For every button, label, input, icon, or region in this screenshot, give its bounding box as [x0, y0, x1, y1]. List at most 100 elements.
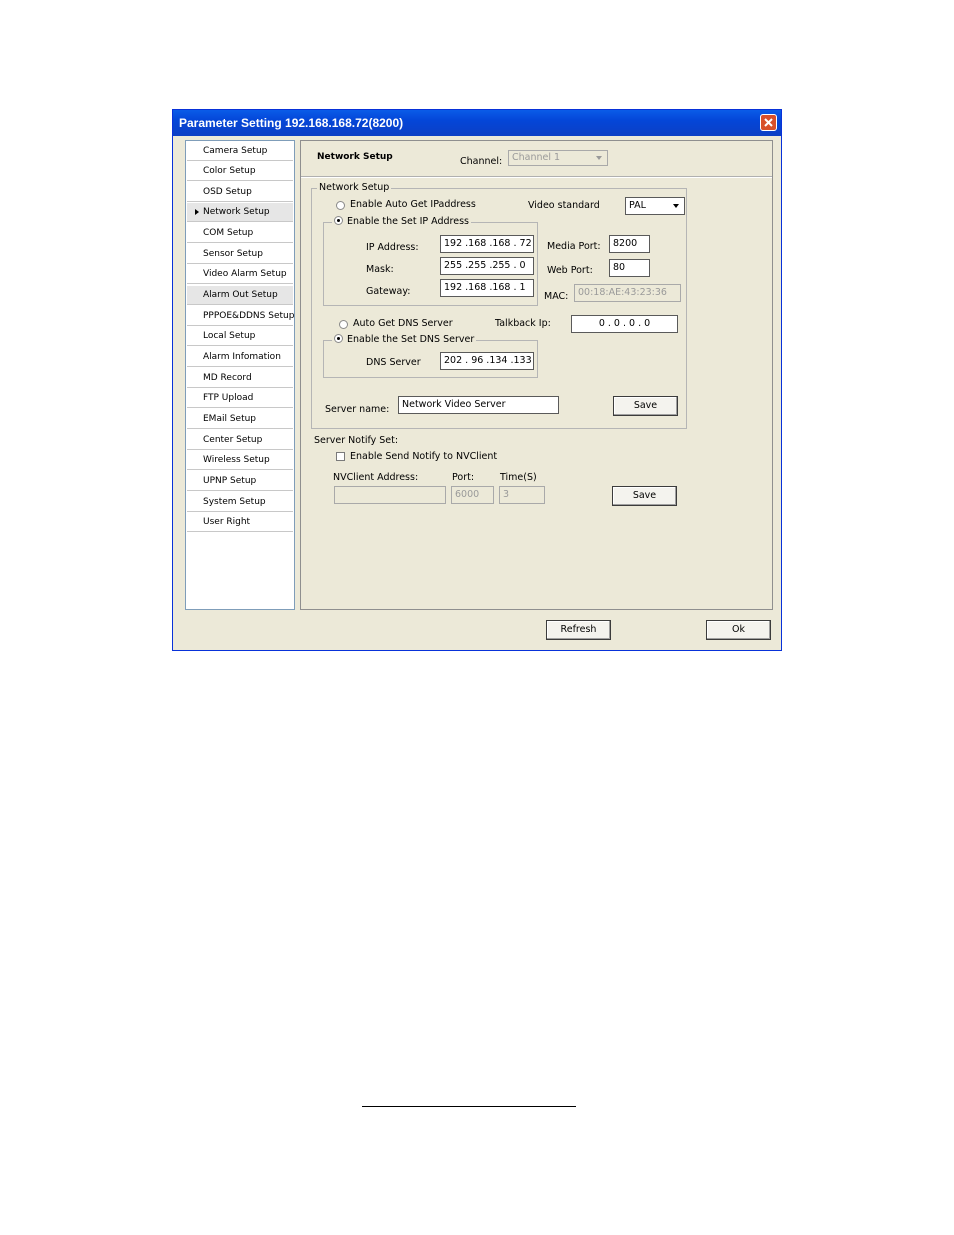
panel-divider — [301, 176, 772, 178]
sidebar-item-color-setup[interactable]: Color Setup — [187, 162, 293, 181]
sidebar-item-label: Alarm Infomation — [203, 352, 281, 362]
chevron-down-icon — [670, 200, 682, 212]
talkback-label: Talkback Ip: — [495, 318, 551, 329]
sidebar-item-email-setup[interactable]: EMail Setup — [187, 410, 293, 429]
channel-select[interactable]: Channel 1 — [508, 150, 608, 166]
sidebar-item-network-setup[interactable]: Network Setup — [187, 203, 293, 222]
web-port-field[interactable]: 80 — [609, 259, 650, 277]
dns-server-label: DNS Server — [366, 357, 421, 368]
video-standard-select[interactable]: PAL — [625, 197, 685, 215]
sidebar-item-label: User Right — [203, 517, 251, 527]
server-name-field[interactable]: Network Video Server — [398, 396, 559, 414]
title-bar[interactable]: Parameter Setting 192.168.168.72(8200) — [173, 110, 781, 136]
mac-field: 00:18:AE:43:23:36 — [574, 284, 681, 302]
server-name-label: Server name: — [325, 404, 390, 415]
notify-port-field: 6000 — [451, 486, 494, 504]
window-title: Parameter Setting 192.168.168.72(8200) — [179, 116, 404, 130]
close-icon — [764, 118, 773, 127]
server-notify-label: Server Notify Set: — [314, 435, 399, 446]
auto-dns-radio[interactable] — [339, 320, 348, 329]
sidebar-item-label: OSD Setup — [203, 187, 252, 197]
sidebar-item-label: Color Setup — [203, 166, 256, 176]
document-underline — [362, 1106, 576, 1107]
sidebar-item-label: PPPOE&DDNS Setup — [203, 311, 295, 321]
network-setup-group: Network Setup Enable Auto Get IPaddress … — [311, 182, 687, 429]
web-port-label: Web Port: — [547, 265, 593, 276]
sidebar-item-osd-setup[interactable]: OSD Setup — [187, 183, 293, 202]
nvclient-address-field — [334, 486, 446, 504]
gateway-label: Gateway: — [366, 286, 411, 297]
sidebar-item-label: Network Setup — [203, 207, 270, 217]
notify-time-field: 3 — [499, 486, 545, 504]
set-ip-title: Enable the Set IP Address — [332, 216, 471, 227]
notify-save-button[interactable]: Save — [612, 486, 677, 506]
sidebar-item-camera-setup[interactable]: Camera Setup — [187, 142, 293, 161]
set-ip-radio[interactable] — [334, 216, 343, 225]
enable-notify-checkbox[interactable] — [336, 452, 345, 461]
sidebar-item-label: System Setup — [203, 497, 266, 507]
sidebar-item-alarm-information[interactable]: Alarm Infomation — [187, 348, 293, 367]
nvclient-address-label: NVClient Address: — [333, 472, 419, 483]
video-standard-label: Video standard — [528, 200, 600, 211]
video-standard-value: PAL — [629, 200, 646, 211]
set-dns-label: Enable the Set DNS Server — [347, 334, 475, 345]
channel-select-value: Channel 1 — [512, 152, 561, 163]
sidebar-item-label: Wireless Setup — [203, 455, 270, 465]
sidebar-item-system-setup[interactable]: System Setup — [187, 493, 293, 512]
auto-dns-label: Auto Get DNS Server — [353, 318, 453, 329]
sidebar-item-video-alarm-setup[interactable]: Video Alarm Setup — [187, 265, 293, 284]
sidebar-item-user-right[interactable]: User Right — [187, 513, 293, 532]
ok-button[interactable]: Ok — [706, 620, 771, 640]
sidebar-item-wireless-setup[interactable]: Wireless Setup — [187, 451, 293, 470]
close-button[interactable] — [760, 114, 777, 131]
ip-address-label: IP Address: — [366, 242, 419, 253]
network-save-button[interactable]: Save — [613, 396, 678, 416]
sidebar-item-label: Local Setup — [203, 331, 256, 341]
refresh-button[interactable]: Refresh — [546, 620, 611, 640]
set-dns-group: Enable the Set DNS Server DNS Server 202… — [323, 334, 538, 378]
gateway-field[interactable]: 192 .168 .168 . 1 — [440, 279, 534, 297]
sidebar-item-label: Alarm Out Setup — [203, 290, 278, 300]
enable-notify-label: Enable Send Notify to NVClient — [350, 451, 498, 462]
selected-arrow-icon — [195, 209, 199, 215]
sidebar-item-sensor-setup[interactable]: Sensor Setup — [187, 245, 293, 264]
sidebar-item-center-setup[interactable]: Center Setup — [187, 431, 293, 450]
sidebar-item-label: EMail Setup — [203, 414, 257, 424]
sidebar-item-local-setup[interactable]: Local Setup — [187, 327, 293, 346]
sidebar-item-label: Video Alarm Setup — [203, 269, 287, 279]
dns-server-field[interactable]: 202 . 96 .134 .133 — [440, 352, 534, 370]
sidebar-item-alarm-out-setup[interactable]: Alarm Out Setup — [187, 286, 293, 305]
notify-port-label: Port: — [452, 472, 475, 483]
sidebar-item-pppoe-ddns-setup[interactable]: PPPOE&DDNS Setup — [187, 307, 295, 326]
sidebar-item-com-setup[interactable]: COM Setup — [187, 224, 293, 243]
sidebar-item-label: Center Setup — [203, 435, 263, 445]
set-dns-title: Enable the Set DNS Server — [332, 334, 477, 345]
set-ip-label: Enable the Set IP Address — [347, 216, 469, 227]
talkback-ip-field[interactable]: 0 . 0 . 0 . 0 — [571, 315, 678, 333]
parameter-setting-window: Parameter Setting 192.168.168.72(8200) C… — [172, 109, 782, 651]
channel-label: Channel: — [460, 156, 503, 167]
settings-panel: Network Setup Channel: Channel 1 Network… — [300, 140, 773, 610]
mask-field[interactable]: 255 .255 .255 . 0 — [440, 257, 534, 275]
sidebar-item-label: Sensor Setup — [203, 249, 263, 259]
sidebar-item-label: Camera Setup — [203, 146, 268, 156]
ip-address-field[interactable]: 192 .168 .168 . 72 — [440, 235, 534, 253]
sidebar-item-upnp-setup[interactable]: UPNP Setup — [187, 472, 293, 491]
network-group-title: Network Setup — [317, 182, 392, 193]
sidebar-menu: Camera Setup Color Setup OSD Setup Netwo… — [185, 140, 295, 610]
set-ip-group: Enable the Set IP Address IP Address: 19… — [323, 216, 538, 306]
notify-time-label: Time(S) — [500, 472, 537, 483]
media-port-label: Media Port: — [547, 241, 601, 252]
sidebar-item-label: MD Record — [203, 373, 252, 383]
sidebar-item-ftp-upload[interactable]: FTP Upload — [187, 389, 293, 408]
sidebar-item-md-record[interactable]: MD Record — [187, 369, 293, 388]
section-title: Network Setup — [317, 152, 393, 162]
mask-label: Mask: — [366, 264, 394, 275]
mac-label: MAC: — [544, 291, 569, 302]
sidebar-item-label: UPNP Setup — [203, 476, 257, 486]
media-port-field[interactable]: 8200 — [609, 235, 650, 253]
set-dns-radio[interactable] — [334, 334, 343, 343]
auto-ip-label: Enable Auto Get IPaddress — [350, 199, 476, 210]
sidebar-item-label: FTP Upload — [203, 393, 254, 403]
auto-ip-radio[interactable] — [336, 201, 345, 210]
